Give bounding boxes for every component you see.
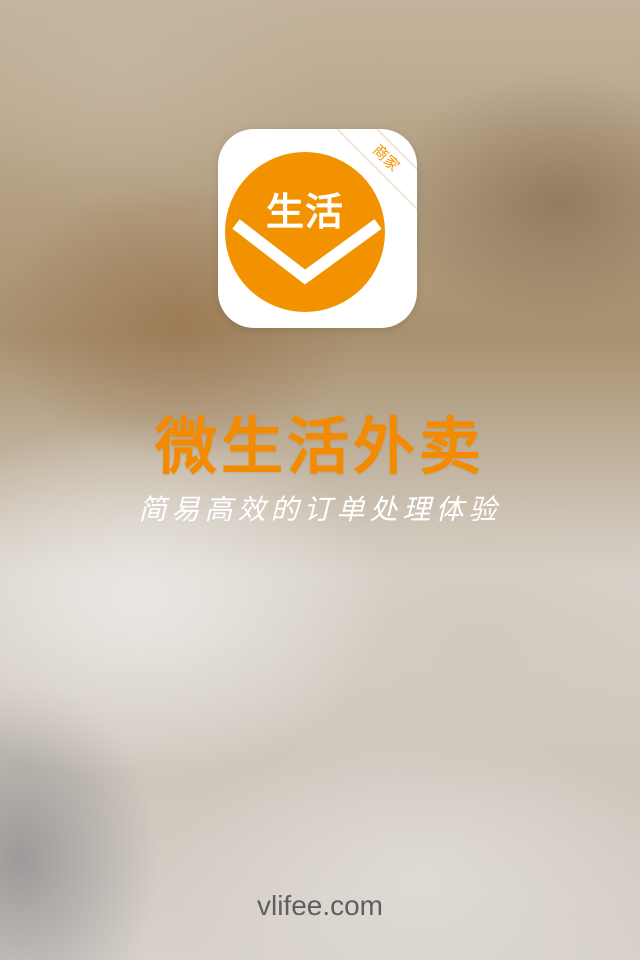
app-icon-label: 生活: [265, 190, 344, 234]
app-icon: 生活 商家: [218, 129, 417, 328]
app-slogan: 简易高效的订单处理体验: [138, 493, 502, 526]
app-title: 微生活外卖: [154, 410, 485, 483]
website-footer: vlifee.com: [256, 890, 384, 921]
